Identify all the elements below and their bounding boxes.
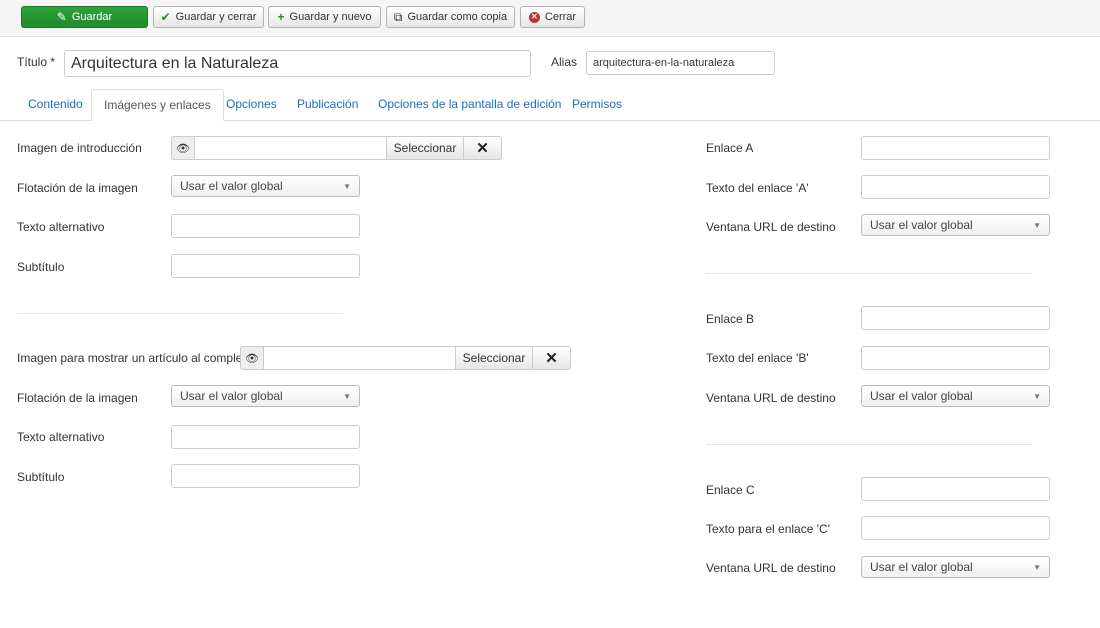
intro-float-label: Flotación de la imagen xyxy=(17,181,138,195)
check-icon: ✔ xyxy=(160,10,171,24)
link-a-input[interactable] xyxy=(861,136,1050,160)
eye-icon[interactable]: 👁 xyxy=(240,346,264,370)
tab-permisos[interactable]: Permisos xyxy=(560,89,634,120)
tab-imagenes-y-enlaces[interactable]: Imágenes y enlaces xyxy=(91,89,224,121)
close-button[interactable]: ✕ Cerrar xyxy=(520,6,585,28)
clear-icon: ✕ xyxy=(545,350,558,367)
full-image-select-button[interactable]: Seleccionar xyxy=(456,346,533,370)
full-image-path-input[interactable] xyxy=(264,346,456,370)
full-alt-input[interactable] xyxy=(171,425,360,449)
link-c-target-select[interactable]: Usar el valor global ▼ xyxy=(861,556,1050,578)
intro-image-label: Imagen de introducción xyxy=(17,141,142,155)
full-image-clear-button[interactable]: ✕ xyxy=(533,346,571,370)
tab-publicacion[interactable]: Publicación xyxy=(285,89,370,120)
eye-icon[interactable]: 👁 xyxy=(171,136,195,160)
link-b-input[interactable] xyxy=(861,306,1050,330)
intro-alt-label: Texto alternativo xyxy=(17,220,105,234)
full-caption-label: Subtítulo xyxy=(17,470,65,484)
link-c-label: Enlace C xyxy=(706,483,755,497)
alias-label: Alias xyxy=(551,55,578,69)
save-button[interactable]: ✎ Guardar xyxy=(21,6,148,28)
title-label: Título * xyxy=(17,55,56,69)
section-divider xyxy=(17,313,343,314)
link-c-target-value: Usar el valor global xyxy=(870,560,973,574)
save-close-button[interactable]: ✔ Guardar y cerrar xyxy=(153,6,264,28)
full-float-value: Usar el valor global xyxy=(180,389,283,403)
full-alt-label: Texto alternativo xyxy=(17,430,105,444)
save-new-button[interactable]: + Guardar y nuevo xyxy=(268,6,381,28)
save-button-label: Guardar xyxy=(71,11,113,23)
link-c-target-label: Ventana URL de destino xyxy=(706,561,836,575)
intro-alt-input[interactable] xyxy=(171,214,360,238)
edit-icon: ✎ xyxy=(56,10,67,24)
alias-input[interactable] xyxy=(586,51,775,75)
link-a-text-input[interactable] xyxy=(861,175,1050,199)
full-float-select[interactable]: Usar el valor global ▼ xyxy=(171,385,360,407)
toolbar: ✎ Guardar ✔ Guardar y cerrar + Guardar y… xyxy=(0,0,1100,37)
link-c-text-input[interactable] xyxy=(861,516,1050,540)
link-c-text-label: Texto para el enlace 'C' xyxy=(706,522,830,536)
intro-image-media-field: 👁 Seleccionar ✕ xyxy=(171,136,502,160)
full-float-label: Flotación de la imagen xyxy=(17,391,138,405)
save-copy-button-label: Guardar como copia xyxy=(407,11,508,23)
save-close-button-label: Guardar y cerrar xyxy=(175,11,257,23)
link-b-target-select[interactable]: Usar el valor global ▼ xyxy=(861,385,1050,407)
intro-caption-input[interactable] xyxy=(171,254,360,278)
copy-icon: ⧉ xyxy=(393,10,403,24)
caret-down-icon: ▼ xyxy=(1033,392,1041,401)
link-b-text-label: Texto del enlace 'B' xyxy=(706,351,809,365)
caret-down-icon: ▼ xyxy=(343,392,351,401)
tab-bar: Contenido Imágenes y enlaces Opciones Pu… xyxy=(0,89,1100,121)
full-caption-input[interactable] xyxy=(171,464,360,488)
close-circle-icon: ✕ xyxy=(528,11,540,23)
link-b-target-label: Ventana URL de destino xyxy=(706,391,836,405)
link-b-target-value: Usar el valor global xyxy=(870,389,973,403)
intro-image-clear-button[interactable]: ✕ xyxy=(464,136,502,160)
plus-icon: + xyxy=(277,10,285,24)
link-a-target-label: Ventana URL de destino xyxy=(706,220,836,234)
caret-down-icon: ▼ xyxy=(1033,563,1041,572)
full-image-media-field: 👁 Seleccionar ✕ xyxy=(240,346,571,370)
link-c-input[interactable] xyxy=(861,477,1050,501)
link-a-target-select[interactable]: Usar el valor global ▼ xyxy=(861,214,1050,236)
intro-float-value: Usar el valor global xyxy=(180,179,283,193)
intro-image-select-button[interactable]: Seleccionar xyxy=(387,136,464,160)
intro-image-path-input[interactable] xyxy=(195,136,387,160)
tab-opciones[interactable]: Opciones xyxy=(214,89,289,120)
intro-float-select[interactable]: Usar el valor global ▼ xyxy=(171,175,360,197)
full-image-label: Imagen para mostrar un artículo al compl… xyxy=(17,351,253,365)
link-a-label: Enlace A xyxy=(706,141,754,155)
tab-contenido[interactable]: Contenido xyxy=(16,89,95,120)
clear-icon: ✕ xyxy=(476,140,489,157)
caret-down-icon: ▼ xyxy=(1033,221,1041,230)
section-divider xyxy=(706,273,1032,274)
intro-caption-label: Subtítulo xyxy=(17,260,65,274)
section-divider xyxy=(706,444,1032,445)
tab-opciones-pantalla-edicion[interactable]: Opciones de la pantalla de edición xyxy=(366,89,573,120)
save-copy-button[interactable]: ⧉ Guardar como copia xyxy=(386,6,515,28)
link-b-text-input[interactable] xyxy=(861,346,1050,370)
link-b-label: Enlace B xyxy=(706,312,755,326)
save-new-button-label: Guardar y nuevo xyxy=(289,11,372,23)
close-button-label: Cerrar xyxy=(544,11,577,23)
link-a-text-label: Texto del enlace 'A' xyxy=(706,181,809,195)
caret-down-icon: ▼ xyxy=(343,182,351,191)
title-input[interactable] xyxy=(64,50,531,77)
link-a-target-value: Usar el valor global xyxy=(870,218,973,232)
